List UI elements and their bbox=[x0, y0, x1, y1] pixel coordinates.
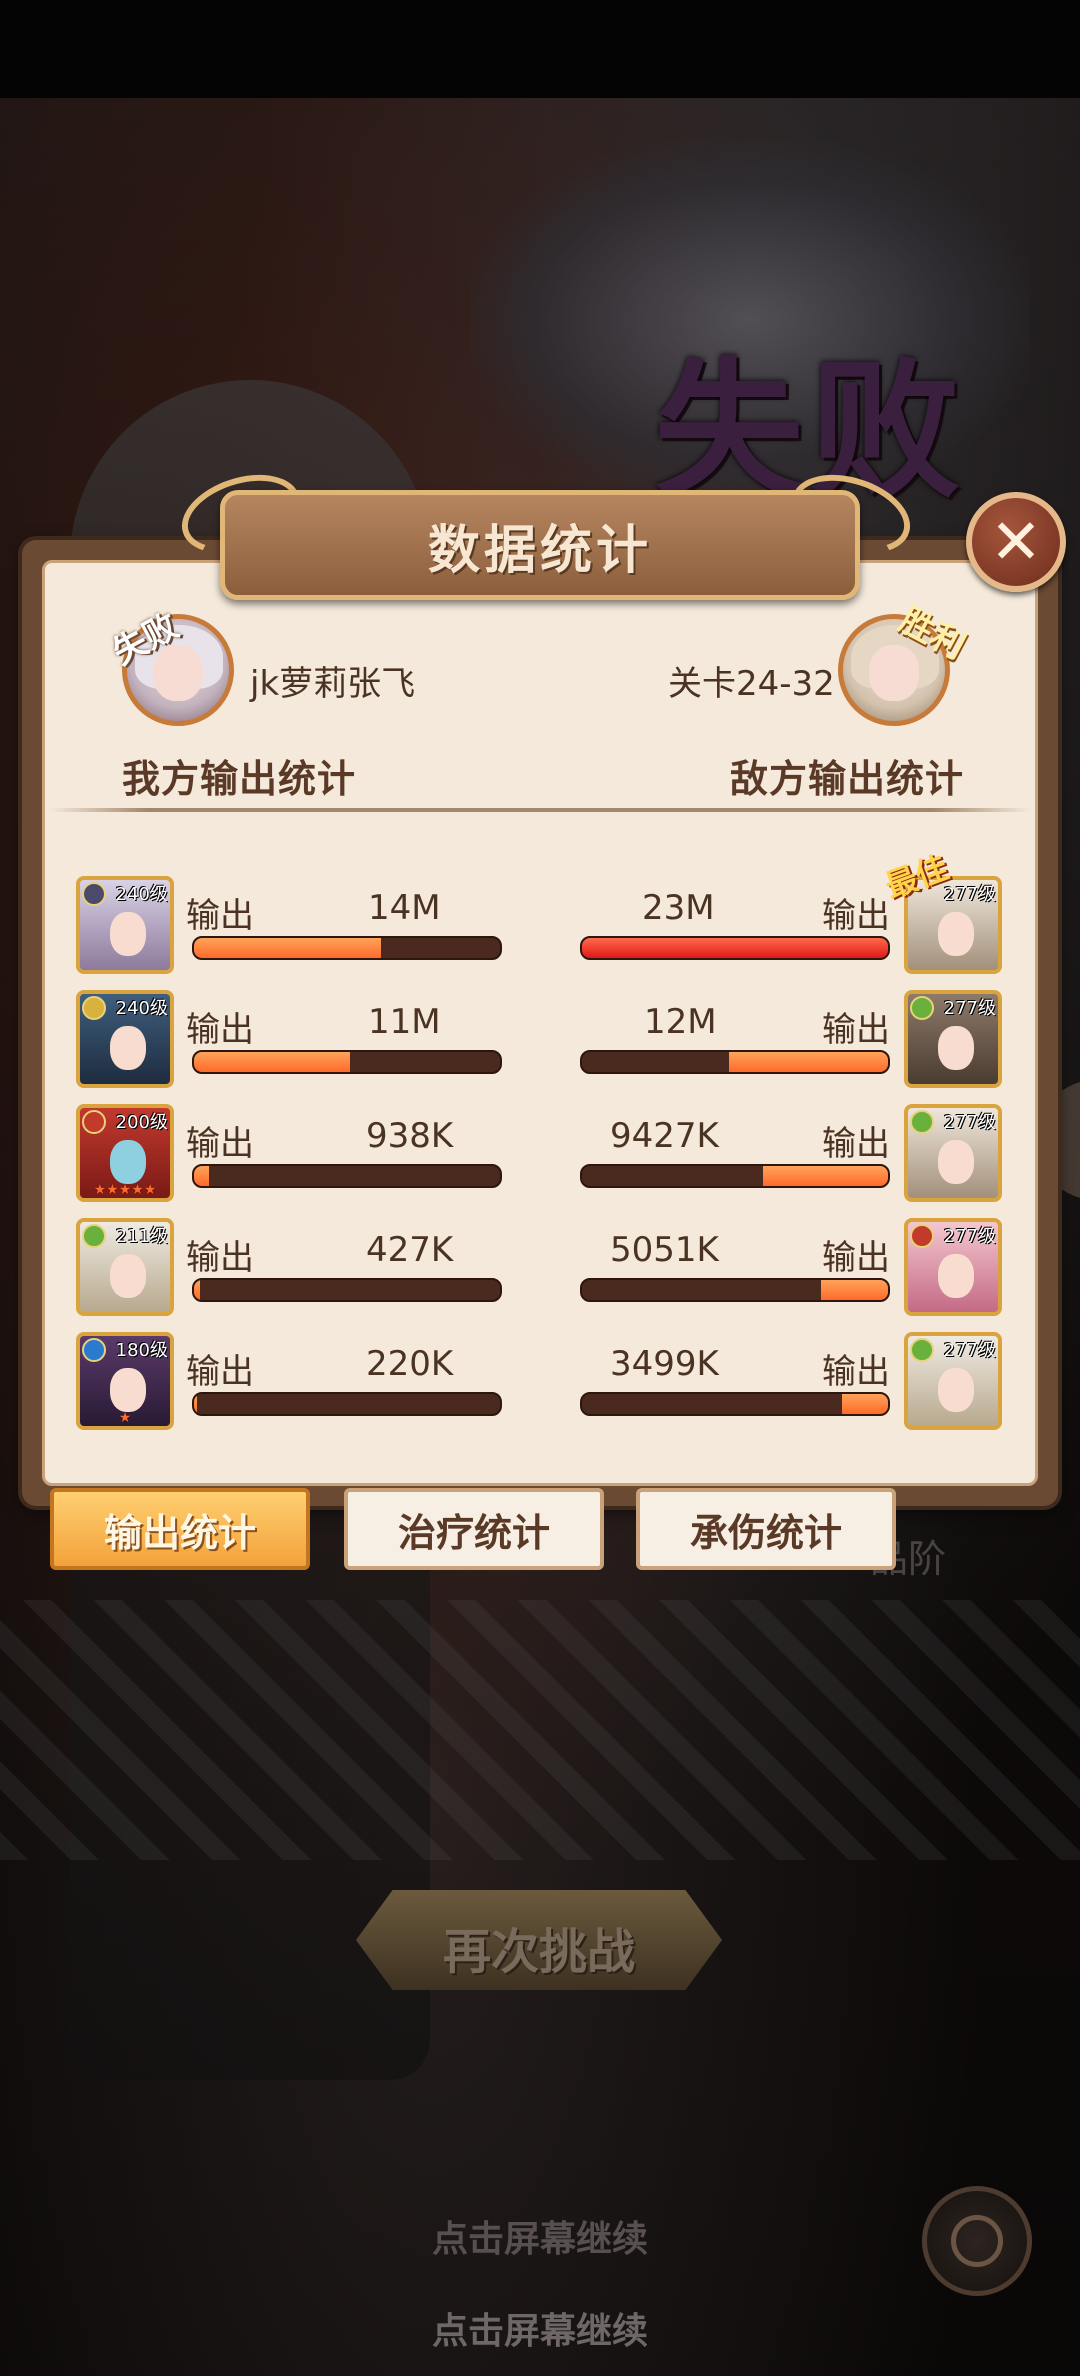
faction-icon bbox=[910, 996, 934, 1020]
player-name: jk萝莉张飞 bbox=[250, 664, 416, 704]
faction-icon bbox=[82, 1110, 106, 1134]
hero-level: 277级 bbox=[943, 1226, 996, 1247]
enemy-damage-bar bbox=[580, 1050, 890, 1074]
ally-hero-portrait[interactable]: 211级 bbox=[76, 1218, 174, 1316]
faction-icon bbox=[82, 882, 106, 906]
bar-fill bbox=[582, 938, 888, 958]
enemy-damage-bar bbox=[580, 1392, 890, 1416]
hero-face bbox=[110, 1026, 146, 1070]
ally-damage-value: 427K bbox=[366, 1230, 454, 1270]
enemy-hero-portrait[interactable]: 277级 bbox=[904, 1218, 1002, 1316]
bar-fill bbox=[194, 1166, 210, 1186]
bar-fill bbox=[194, 1394, 198, 1414]
divider bbox=[50, 808, 1030, 812]
enemy-output-heading: 敌方输出统计 bbox=[730, 757, 965, 801]
enemy-hero-portrait[interactable]: 277级 bbox=[904, 1104, 1002, 1202]
enemy-damage-bar bbox=[580, 1164, 890, 1188]
hero-face bbox=[110, 1254, 146, 1298]
bar-fill bbox=[728, 1052, 888, 1072]
faction-icon bbox=[82, 1338, 106, 1362]
ally-damage-value: 14M bbox=[368, 888, 441, 928]
enemy-damage-value: 12M bbox=[644, 1002, 717, 1042]
hero-level: 200级 bbox=[115, 1112, 168, 1133]
tap-to-continue-text[interactable]: 点击屏幕继续 bbox=[0, 2302, 1080, 2354]
panel-title: 数据统计 bbox=[427, 521, 652, 581]
tab-healing-stats[interactable]: 治疗统计 bbox=[344, 1488, 604, 1570]
output-label: 输出 bbox=[186, 1352, 254, 1392]
bar-fill bbox=[762, 1166, 888, 1186]
hero-level: 240级 bbox=[115, 884, 168, 905]
bar-fill bbox=[194, 1280, 201, 1300]
output-label: 输出 bbox=[822, 896, 890, 936]
faction-icon bbox=[82, 1224, 106, 1248]
faction-icon bbox=[910, 1224, 934, 1248]
background-chains bbox=[0, 1600, 1080, 1860]
close-button[interactable]: ✕ bbox=[966, 492, 1066, 592]
hero-level: 240级 bbox=[115, 998, 168, 1019]
ally-hero-portrait[interactable]: 200级 ★★★★★ bbox=[76, 1104, 174, 1202]
ally-damage-value: 938K bbox=[366, 1116, 454, 1156]
faction-icon bbox=[82, 996, 106, 1020]
enemy-damage-bar bbox=[580, 936, 890, 960]
enemy-damage-value: 9427K bbox=[610, 1116, 719, 1156]
hero-face bbox=[110, 912, 146, 956]
ally-hero-portrait[interactable]: 180级 ★ bbox=[76, 1332, 174, 1430]
enemy-damage-bar bbox=[580, 1278, 890, 1302]
bar-fill bbox=[194, 938, 381, 958]
hero-face bbox=[938, 1140, 974, 1184]
stage-name: 关卡24-32 bbox=[668, 664, 835, 704]
ally-damage-bar bbox=[192, 1050, 502, 1074]
ally-damage-bar bbox=[192, 1278, 502, 1302]
star-rating: ★ bbox=[118, 1410, 132, 1426]
hero-level: 277级 bbox=[943, 1112, 996, 1133]
hero-face bbox=[938, 1026, 974, 1070]
output-label: 输出 bbox=[822, 1352, 890, 1392]
bar-fill bbox=[194, 1052, 351, 1072]
tab-output-stats[interactable]: 输出统计 bbox=[50, 1488, 310, 1570]
output-label: 输出 bbox=[822, 1124, 890, 1164]
faction-icon bbox=[910, 1338, 934, 1362]
ally-damage-value: 11M bbox=[368, 1002, 441, 1042]
enemy-damage-value: 3499K bbox=[610, 1344, 719, 1384]
hero-face bbox=[938, 1368, 974, 1412]
hero-level: 180级 bbox=[115, 1340, 168, 1361]
hero-level: 211级 bbox=[115, 1226, 168, 1247]
our-output-heading: 我方输出统计 bbox=[122, 757, 357, 801]
pie-chart-icon bbox=[951, 2215, 1003, 2267]
enemy-hero-portrait[interactable]: 277级 bbox=[904, 1332, 1002, 1430]
output-label: 输出 bbox=[186, 1238, 254, 1278]
hero-level: 277级 bbox=[943, 998, 996, 1019]
retry-button-label: 再次挑战 bbox=[442, 1924, 635, 1980]
faction-icon bbox=[910, 1110, 934, 1134]
ally-hero-portrait[interactable]: 240级 bbox=[76, 990, 174, 1088]
output-label: 输出 bbox=[186, 1010, 254, 1050]
avatar-face bbox=[869, 645, 919, 701]
ally-damage-bar bbox=[192, 1164, 502, 1188]
enemy-damage-value: 23M bbox=[642, 888, 715, 928]
enemy-hero-portrait[interactable]: 277级 bbox=[904, 990, 1002, 1088]
battle-result-screen[interactable]: 失败 品阶 数据统计 ✕ 失败 jk萝莉张飞 关卡24-32 胜利 我方输出统计… bbox=[0, 0, 1080, 2376]
hero-face bbox=[110, 1140, 146, 1184]
stats-chart-button[interactable] bbox=[922, 2186, 1032, 2296]
output-label: 输出 bbox=[186, 1124, 254, 1164]
ally-damage-bar bbox=[192, 936, 502, 960]
ally-damage-bar bbox=[192, 1392, 502, 1416]
enemy-damage-value: 5051K bbox=[610, 1230, 719, 1270]
status-bar bbox=[0, 0, 1080, 98]
hero-face bbox=[938, 1254, 974, 1298]
hero-level: 277级 bbox=[943, 1340, 996, 1361]
hero-face bbox=[938, 912, 974, 956]
tab-damage-taken-stats[interactable]: 承伤统计 bbox=[636, 1488, 896, 1570]
bar-fill bbox=[820, 1280, 888, 1300]
close-icon: ✕ bbox=[990, 505, 1042, 578]
bar-fill bbox=[842, 1394, 888, 1414]
ally-hero-portrait[interactable]: 240级 bbox=[76, 876, 174, 974]
hero-face bbox=[110, 1368, 146, 1412]
star-rating: ★★★★★ bbox=[93, 1182, 157, 1198]
ally-damage-value: 220K bbox=[366, 1344, 454, 1384]
output-label: 输出 bbox=[186, 896, 254, 936]
output-label: 输出 bbox=[822, 1010, 890, 1050]
tap-to-continue-text[interactable]: 点击屏幕继续 bbox=[0, 2210, 1080, 2262]
output-label: 输出 bbox=[822, 1238, 890, 1278]
